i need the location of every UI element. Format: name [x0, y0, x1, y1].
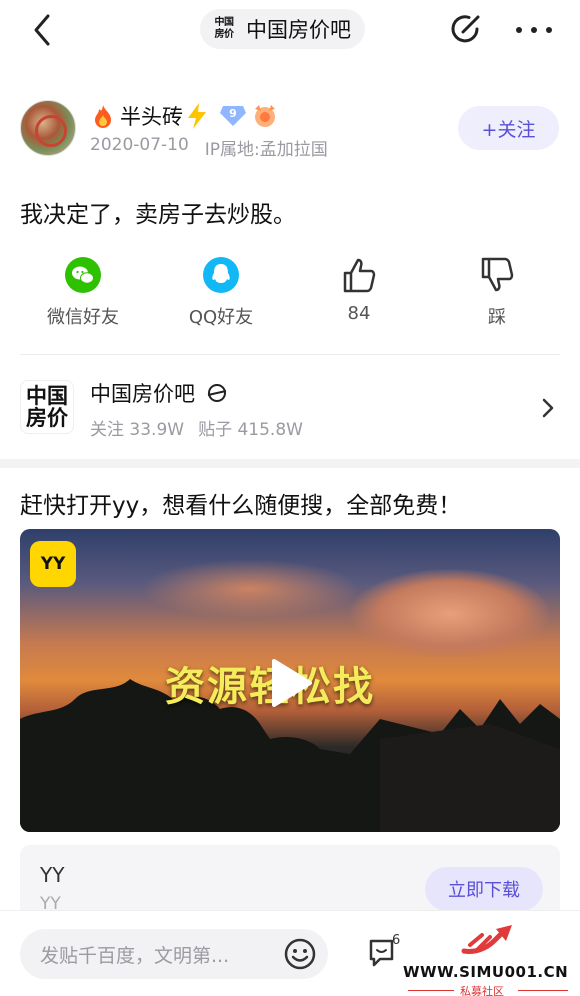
ip-location: IP属地:孟加拉国	[204, 140, 328, 160]
share-actions: 微信好友 QQ好友 84 踩	[0, 255, 580, 335]
section-separator	[0, 459, 580, 468]
divider	[20, 354, 560, 355]
medal-icon	[255, 105, 275, 127]
watermark-site: WWW.SIMU001.CN	[403, 963, 569, 981]
like-count: 84	[347, 303, 371, 324]
forum-followers: 关注 33.9W	[90, 420, 185, 440]
author-line: 半头砖 9	[90, 102, 279, 130]
bottom-bar: 发贴千百度，文明第... 6 WWW.SIMU001.CN 私募社区	[0, 910, 580, 996]
ad-app-name: YY	[40, 863, 65, 887]
thumbs-down-icon	[481, 257, 514, 292]
qq-label: QQ好友	[188, 307, 254, 328]
sky-cloud	[140, 559, 360, 619]
sky-cloud	[350, 569, 550, 659]
chevron-right-icon[interactable]	[538, 394, 558, 422]
back-arrow-icon[interactable]	[28, 10, 58, 50]
forum-posts: 贴子 415.8W	[198, 420, 303, 440]
lightning-icon	[188, 103, 206, 129]
ad-title[interactable]: 赶快打开yy，想看什么随便搜，全部免费！	[20, 486, 461, 520]
dislike-button[interactable]: 踩	[437, 255, 557, 329]
forum-logo-small: 中国 房价	[214, 17, 235, 40]
more-options-icon[interactable]	[514, 14, 554, 46]
reply-input[interactable]: 发贴千百度，文明第...	[20, 929, 328, 979]
level-badge: 9	[219, 105, 247, 127]
ad-video[interactable]: YY 资源轻松找	[20, 529, 560, 832]
forum-name-line[interactable]: 中国房价吧	[90, 378, 229, 408]
avatar[interactable]	[20, 100, 76, 156]
play-icon[interactable]	[268, 657, 314, 709]
follow-button[interactable]: +关注	[458, 106, 559, 150]
post-date: 2020-07-10	[90, 135, 189, 155]
thumbs-up-icon	[343, 258, 376, 293]
fire-icon	[95, 105, 111, 128]
forum-pill[interactable]: 中国 房价 中国房价吧	[200, 9, 365, 49]
forum-stats: 关注 33.9W 贴子 415.8W	[90, 415, 303, 440]
like-button[interactable]: 84	[299, 255, 419, 324]
watermark-sub: 私募社区	[460, 985, 504, 996]
forum-name[interactable]: 中国房价吧	[90, 378, 195, 408]
post-meta: 2020-07-10 IP属地:孟加拉国	[90, 135, 328, 160]
download-button[interactable]: 立即下载	[425, 867, 543, 911]
forum-logo[interactable]: 中国 房价	[20, 380, 74, 434]
top-bar: 中国 房价 中国房价吧	[0, 0, 580, 62]
dislike-label: 踩	[488, 307, 506, 328]
qq-icon	[203, 257, 239, 293]
watermark: WWW.SIMU001.CN 私募社区	[400, 917, 578, 996]
edit-post-icon[interactable]	[447, 10, 485, 48]
planet-icon	[207, 384, 227, 402]
post-content: 我决定了，卖房子去炒股。	[20, 202, 296, 228]
yy-logo: YY	[30, 541, 76, 587]
post-detail-page: 中国 房价 中国房价吧 半头砖 9 2020-07-10 IP属地:孟加拉国 +…	[0, 0, 580, 996]
wechat-label: 微信好友	[47, 307, 119, 328]
forum-pill-name: 中国房价吧	[246, 18, 351, 42]
share-wechat[interactable]: 微信好友	[23, 255, 143, 329]
emoji-icon[interactable]	[283, 937, 317, 971]
author-name[interactable]: 半头砖	[120, 101, 183, 131]
watermark-logo-icon	[461, 925, 512, 954]
share-qq[interactable]: QQ好友	[161, 255, 281, 329]
wechat-icon	[65, 257, 101, 293]
